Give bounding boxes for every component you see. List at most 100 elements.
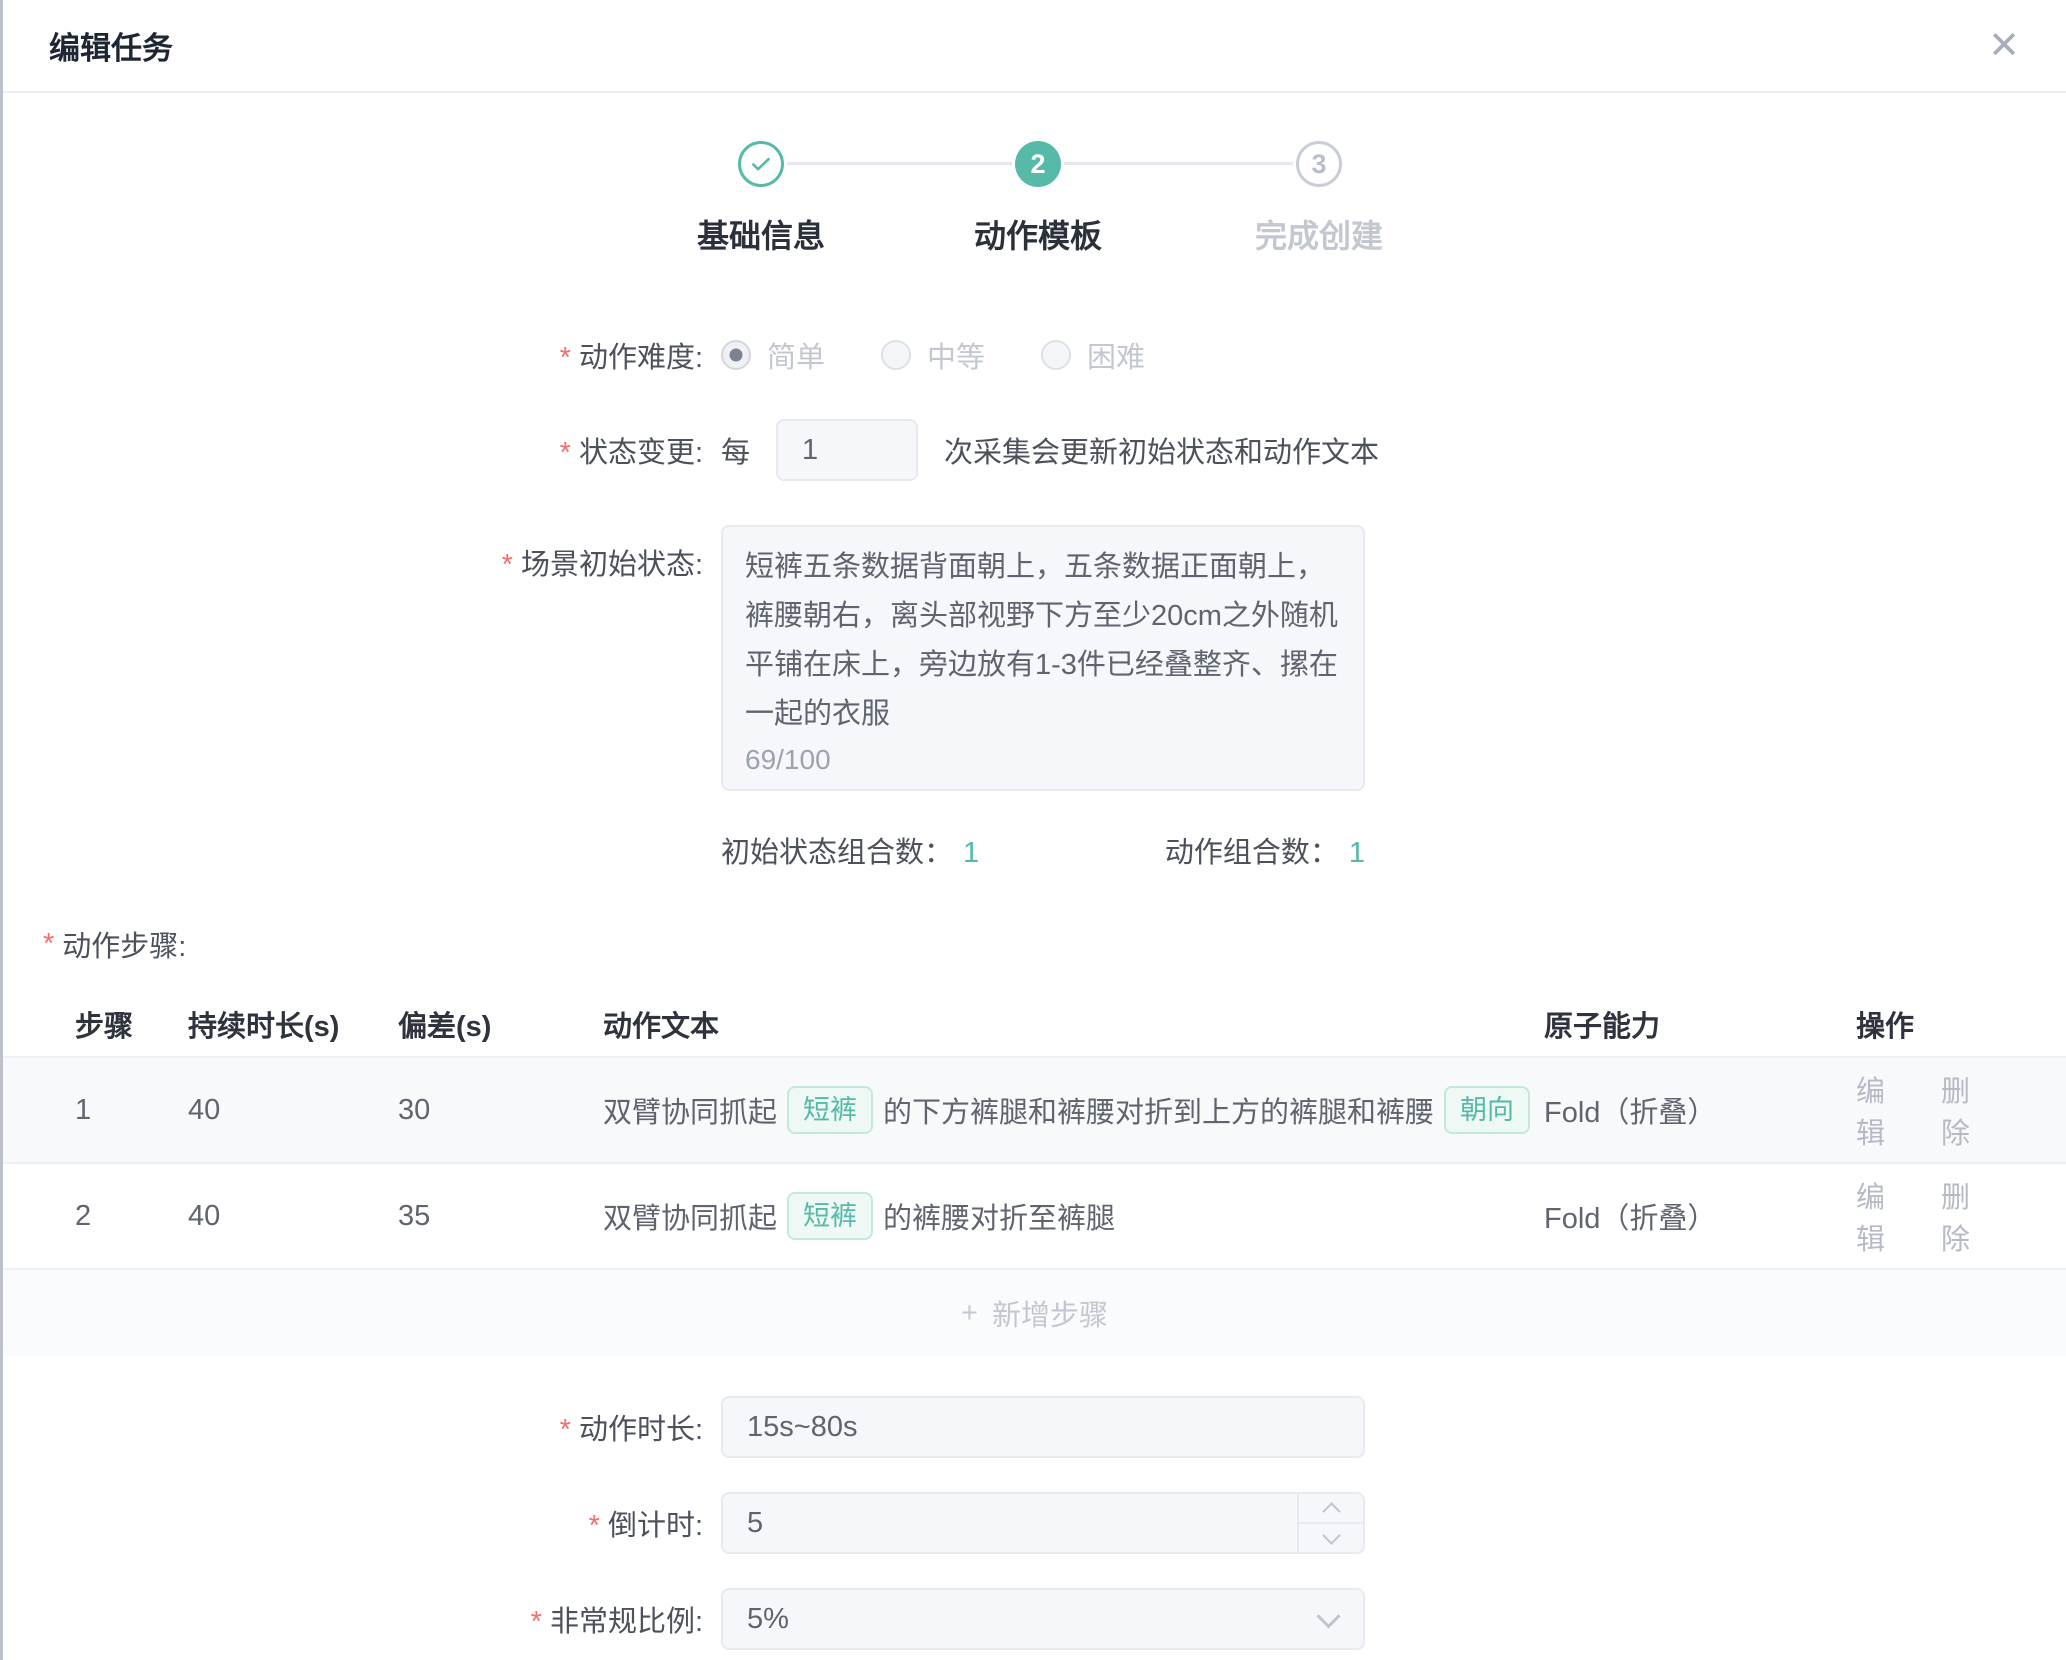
table-body: 14030双臂协同抓起短裤的下方裤腿和裤腰对折到上方的裤腿和裤腰朝向Fold（折…	[3, 1058, 2066, 1270]
action-text: 双臂协同抓起	[603, 1195, 777, 1237]
required-mark: *	[560, 437, 571, 469]
table-row: 14030双臂协同抓起短裤的下方裤腿和裤腰对折到上方的裤腿和裤腰朝向Fold（折…	[3, 1058, 2066, 1164]
delete-button[interactable]: 删除	[1941, 1068, 1994, 1152]
state-change-prefix: 每	[721, 429, 750, 471]
action-text: 的裤腰对折至裤腿	[883, 1195, 1115, 1237]
chevron-down-icon	[1316, 1604, 1340, 1628]
radio-label: 简单	[767, 334, 825, 376]
object-tag: 短裤	[787, 1086, 873, 1134]
radio-circle-icon	[721, 340, 751, 370]
object-tag: 短裤	[787, 1192, 873, 1240]
countdown-input-wrap	[721, 1492, 1365, 1554]
required-mark: *	[589, 1510, 600, 1542]
countdown-input[interactable]	[721, 1492, 1365, 1554]
stepper-connector	[787, 162, 1012, 165]
cell-ability: Fold（折叠）	[1544, 1089, 1856, 1131]
stepper-decrease-button[interactable]	[1299, 1524, 1363, 1552]
add-step-button[interactable]: + 新增步骤	[3, 1270, 2066, 1356]
header-step: 步骤	[75, 1003, 188, 1045]
difficulty-radio-1[interactable]: 简单	[721, 334, 825, 376]
cell-operations: 编辑删除	[1856, 1174, 2026, 1258]
action-steps-section-label: * 动作步骤:	[3, 922, 2066, 966]
unusual-ratio-select[interactable]: 5%	[721, 1588, 1365, 1650]
step-number: 3	[1311, 149, 1326, 180]
cell-duration: 40	[188, 1094, 398, 1127]
header-action-text: 动作文本	[603, 1003, 1544, 1045]
initial-state-row: *场景初始状态: 短裤五条数据背面朝上，五条数据正面朝上，裤腰朝右，离头部视野下…	[3, 525, 2066, 796]
header-deviation: 偏差(s)	[398, 1003, 603, 1045]
header-duration: 持续时长(s)	[188, 1003, 398, 1045]
action-steps-table: 步骤 持续时长(s) 偏差(s) 动作文本 原子能力 操作 14030双臂协同抓…	[3, 992, 2066, 1356]
check-icon	[748, 151, 774, 177]
table-header-row: 步骤 持续时长(s) 偏差(s) 动作文本 原子能力 操作	[3, 992, 2066, 1058]
duration-input[interactable]	[721, 1396, 1365, 1458]
step-3-circle: 3	[1296, 141, 1342, 187]
edit-button[interactable]: 编辑	[1856, 1068, 1909, 1152]
initial-combo-count: 初始状态组合数：1	[721, 829, 979, 871]
required-mark: *	[560, 1414, 571, 1446]
radio-label: 困难	[1087, 334, 1145, 376]
chevron-up-icon	[1322, 1502, 1340, 1520]
step-3-label: 完成创建	[1189, 211, 1449, 257]
chevron-down-icon	[1322, 1526, 1340, 1544]
cell-operations: 编辑删除	[1856, 1068, 2026, 1152]
stepper-increase-button[interactable]	[1299, 1494, 1363, 1524]
required-mark: *	[502, 549, 513, 581]
cell-step: 2	[75, 1200, 188, 1233]
countdown-label: *倒计时:	[3, 1502, 703, 1544]
difficulty-label: *动作难度:	[3, 334, 703, 376]
unusual-ratio-value: 5%	[747, 1603, 789, 1636]
unusual-ratio-label: *非常规比例:	[3, 1598, 703, 1640]
plus-icon: +	[961, 1297, 978, 1330]
dialog-title: 编辑任务	[49, 23, 173, 68]
action-combo-value: 1	[1349, 837, 1365, 869]
header-ability: 原子能力	[1544, 1003, 1856, 1045]
cell-ability: Fold（折叠）	[1544, 1195, 1856, 1237]
state-change-suffix: 次采集会更新初始状态和动作文本	[944, 429, 1379, 471]
header-operations: 操作	[1856, 1003, 2026, 1045]
step-1-circle	[738, 141, 784, 187]
dialog-header: 编辑任务 ✕	[3, 0, 2066, 93]
countdown-row: *倒计时:	[3, 1492, 2066, 1554]
combo-counts-row: 初始状态组合数：1 动作组合数：1	[721, 830, 1365, 870]
difficulty-radio-2[interactable]: 中等	[881, 334, 985, 376]
difficulty-radio-3[interactable]: 困难	[1041, 334, 1145, 376]
cell-deviation: 30	[398, 1094, 603, 1127]
required-mark: *	[560, 342, 571, 374]
state-change-row: *状态变更: 每 次采集会更新初始状态和动作文本	[3, 419, 2066, 481]
required-mark: *	[43, 928, 54, 961]
duration-label: *动作时长:	[3, 1406, 703, 1448]
initial-combo-value: 1	[963, 837, 979, 869]
duration-input-wrap	[721, 1396, 1365, 1458]
char-counter: 69/100	[745, 744, 831, 776]
cell-duration: 40	[188, 1200, 398, 1233]
close-icon[interactable]: ✕	[1988, 27, 2020, 65]
step-1-label: 基础信息	[631, 211, 891, 257]
state-change-input[interactable]	[776, 419, 918, 481]
radio-circle-icon	[881, 340, 911, 370]
unusual-ratio-row: *非常规比例: 5%	[3, 1588, 2066, 1650]
number-stepper	[1297, 1494, 1363, 1552]
table-row: 24035双臂协同抓起短裤的裤腰对折至裤腿 Fold（折叠）编辑删除	[3, 1164, 2066, 1270]
delete-button[interactable]: 删除	[1941, 1174, 1994, 1258]
step-2-circle: 2	[1015, 141, 1061, 187]
radio-circle-icon	[1041, 340, 1071, 370]
action-text: 的下方裤腿和裤腰对折到上方的裤腿和裤腰	[883, 1089, 1434, 1131]
initial-state-textarea-wrap: 短裤五条数据背面朝上，五条数据正面朝上，裤腰朝右，离头部视野下方至少20cm之外…	[721, 525, 1365, 796]
state-change-label: *状态变更:	[3, 429, 703, 471]
edit-button[interactable]: 编辑	[1856, 1174, 1909, 1258]
initial-state-label: *场景初始状态:	[3, 525, 703, 583]
difficulty-radio-group: 简单 中等 困难	[721, 334, 1201, 376]
cell-deviation: 35	[398, 1200, 603, 1233]
required-mark: *	[531, 1606, 542, 1638]
cell-action-text: 双臂协同抓起短裤的下方裤腿和裤腰对折到上方的裤腿和裤腰朝向	[603, 1086, 1544, 1134]
step-2-label: 动作模板	[908, 211, 1168, 257]
duration-row: *动作时长:	[3, 1396, 2066, 1458]
stepper: 基础信息 2 动作模板 3 完成创建	[3, 117, 2066, 277]
step-number: 2	[1030, 149, 1045, 180]
radio-label: 中等	[927, 334, 985, 376]
stepper-connector	[1064, 162, 1293, 165]
cell-step: 1	[75, 1094, 188, 1127]
object-tag: 朝向	[1444, 1086, 1530, 1134]
action-combo-count: 动作组合数：1	[1165, 829, 1365, 871]
